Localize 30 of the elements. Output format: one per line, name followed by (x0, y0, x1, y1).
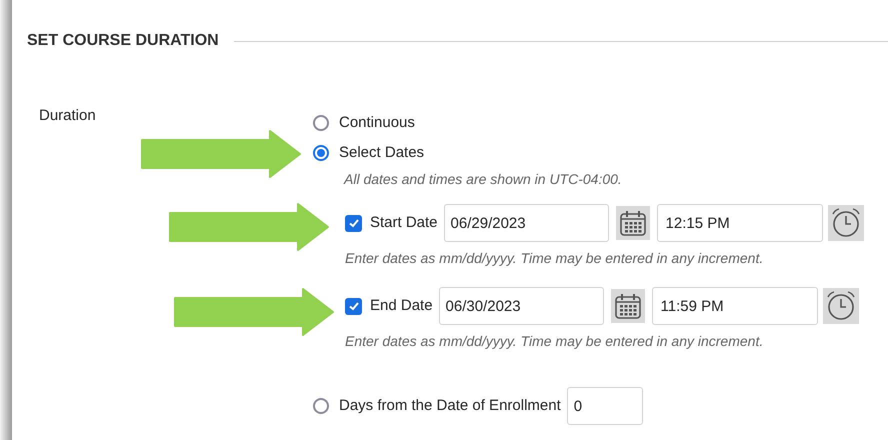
calendar-icon (614, 292, 642, 320)
date-label: End Date (370, 296, 433, 316)
clock-icon (830, 207, 862, 239)
check-icon (348, 300, 360, 312)
time-field[interactable]: 12:15 PM (656, 204, 823, 242)
calendar-button[interactable] (610, 289, 645, 323)
date-field[interactable]: 06/30/2023 (438, 287, 604, 325)
radio-button[interactable] (313, 145, 329, 161)
option-label: Days from the Date of Enrollment (339, 396, 561, 416)
section-title: SET COURSE DURATION (27, 31, 219, 51)
hint-text: Enter dates as mm/dd/yyyy. Time may be entered in any increment. (345, 332, 764, 351)
clock-icon (824, 290, 857, 322)
check-icon (348, 217, 360, 229)
date-label: Start Date (370, 212, 438, 233)
hint-text: Enter dates as mm/dd/yyyy. Time may be entered in any increment. (345, 249, 764, 268)
days-field[interactable]: 0 (566, 387, 643, 425)
checkbox[interactable] (345, 214, 362, 232)
clock-button[interactable] (828, 205, 864, 241)
field-label: Duration (39, 107, 96, 124)
radio-button[interactable] (313, 115, 329, 131)
option-label: Continuous (339, 112, 415, 133)
calendar-button[interactable] (616, 206, 650, 240)
option-label: Select Dates (339, 142, 424, 163)
clock-button[interactable] (822, 288, 859, 324)
checkbox[interactable] (345, 298, 362, 314)
calendar-icon (618, 209, 647, 237)
radio-button[interactable] (313, 398, 329, 414)
timezone-note: All dates and times are shown in UTC-04:00. (342, 170, 623, 189)
date-field[interactable]: 06/29/2023 (444, 204, 609, 242)
time-field[interactable]: 11:59 PM (652, 287, 818, 325)
